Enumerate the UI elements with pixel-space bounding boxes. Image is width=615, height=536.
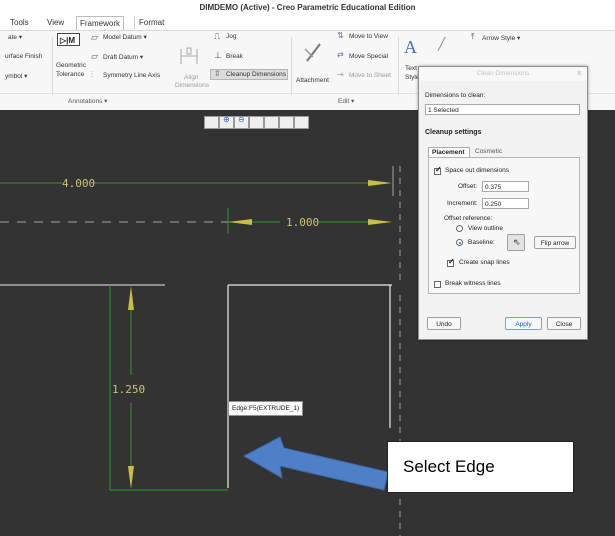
space-out-label: Space out dimensions	[445, 167, 509, 174]
annotation-menu-item[interactable]: ate ▾	[8, 33, 22, 41]
dimension-4000-label: 4.000	[62, 177, 95, 190]
dimension-arrowhead	[128, 286, 134, 310]
create-snap-lines-label: Create snap lines	[459, 259, 510, 266]
cleanup-dimensions-icon: ⇳	[214, 69, 221, 78]
symbol-item[interactable]: ymbol ▾	[5, 72, 27, 80]
tab-format[interactable]: Format	[134, 16, 164, 29]
move-to-sheet-item[interactable]: Move to Sheet	[349, 72, 391, 79]
dimension-arrowhead	[228, 219, 252, 225]
geometric-tolerance-icon[interactable]: ▷|M	[57, 33, 80, 46]
baseline-select-button[interactable]: ⇖	[507, 234, 525, 251]
jog-icon: ⎍	[214, 31, 221, 41]
tab-framework[interactable]: Framework	[76, 16, 125, 30]
geometric-label: Geometric	[56, 62, 86, 69]
tab-tools[interactable]: Tools	[10, 16, 29, 29]
window-title: DIMDEMO (Active) - Creo Parametric Educa…	[199, 3, 416, 12]
surface-finish-item[interactable]: urface Finish	[5, 53, 42, 60]
increment-input[interactable]: 0.250	[482, 198, 529, 209]
align-dimensions-icon[interactable]	[178, 47, 200, 65]
cleanup-dimensions-label: Cleanup Dimensions	[226, 71, 286, 78]
view-outline-label: View outline	[468, 225, 503, 232]
baseline-label: Baseline:	[468, 239, 495, 246]
break-item[interactable]: Break	[226, 53, 243, 60]
break-icon: ⊥	[214, 50, 222, 60]
space-out-checkbox[interactable]	[434, 165, 442, 175]
select-edge-callout: Select Edge	[387, 441, 574, 493]
draft-datum-icon: ▱	[91, 51, 98, 61]
annotations-group-label[interactable]: Annotations ▾	[68, 97, 107, 105]
ribbon-divider	[398, 37, 399, 95]
model-datum-item[interactable]: Model Datum ▾	[103, 33, 147, 41]
break-witness-lines-checkbox[interactable]	[434, 281, 441, 288]
placement-panel	[428, 157, 580, 294]
move-to-view-item[interactable]: Move to View	[349, 33, 388, 40]
tab-placement-label: Placement	[432, 149, 465, 156]
ribbon-tabs: Tools View Framework Format	[0, 16, 615, 30]
move-special-icon: ⇄	[337, 50, 344, 59]
dimension-arrowhead	[368, 180, 392, 186]
clean-dimensions-dialog: Clean Dimensions x Dimensions to clean: …	[418, 66, 588, 340]
move-to-sheet-icon: ⇥	[337, 70, 344, 79]
line-style-icon[interactable]: ╱	[438, 37, 445, 51]
ribbon-divider	[52, 37, 53, 95]
align-label: Align	[184, 74, 199, 81]
cursor-arrow-icon: ⇖	[513, 237, 521, 247]
dimension-1250-label: 1.250	[112, 383, 145, 396]
dimension-1000-label: 1.000	[286, 216, 319, 229]
ribbon-divider	[291, 37, 292, 95]
edit-group-label[interactable]: Edit ▾	[338, 97, 354, 105]
attachment-label: Attachment	[296, 77, 329, 84]
dialog-close-icon[interactable]: x	[578, 67, 582, 81]
jog-item[interactable]: Jog	[226, 33, 236, 40]
model-datum-icon: ▱	[91, 32, 98, 42]
attachment-icon[interactable]	[303, 41, 325, 63]
offset-reference-label: Offset reference:	[444, 215, 493, 222]
symmetry-line-axis-item[interactable]: Symmetry Line Axis	[103, 72, 160, 79]
tolerance-label: Tolerance	[56, 71, 85, 78]
draft-datum-item[interactable]: Draft Datum ▾	[103, 53, 143, 61]
move-to-view-icon: ⇅	[337, 31, 344, 40]
selected-dimensions-field[interactable]: 1 Selected	[425, 104, 580, 115]
move-special-item[interactable]: Move Special	[349, 53, 388, 60]
arrow-style-item[interactable]: Arrow Style ▾	[482, 34, 520, 42]
edge-tooltip: Edge:F5(EXTRUDE_1)	[228, 401, 304, 416]
apply-button[interactable]: Apply	[505, 317, 542, 330]
dimension-arrowhead	[368, 219, 392, 225]
undo-button[interactable]: Undo	[427, 317, 461, 330]
dimensions-to-clean-label: Dimensions to clean:	[425, 92, 486, 99]
svg-text:▷|M: ▷|M	[59, 36, 75, 45]
arrow-style-icon: ⤒	[471, 32, 475, 41]
pointer-arrow	[242, 436, 389, 491]
flip-arrow-button[interactable]: Flip arrow	[534, 236, 576, 249]
symmetry-line-icon: ⫶	[91, 70, 93, 79]
cleanup-dimensions-button[interactable]: ⇳ Cleanup Dimensions	[210, 69, 288, 80]
baseline-radio[interactable]	[456, 239, 463, 246]
tab-view[interactable]: View	[47, 16, 64, 29]
dialog-title: Clean Dimensions	[419, 67, 587, 81]
offset-input[interactable]: 0.375	[482, 181, 529, 192]
close-button[interactable]: Close	[547, 317, 581, 330]
increment-label: Increment:	[447, 200, 478, 207]
view-outline-radio[interactable]	[456, 225, 463, 232]
offset-label: Offset:	[458, 183, 478, 190]
tab-cosmetic[interactable]: Cosmetic	[475, 148, 502, 155]
create-snap-lines-checkbox[interactable]	[447, 257, 455, 267]
dimension-arrowhead	[128, 466, 134, 489]
text-style-icon[interactable]: A	[404, 37, 417, 58]
break-witness-lines-label: Break witness lines	[445, 280, 501, 287]
cleanup-settings-heading: Cleanup settings	[425, 129, 482, 136]
text-label: Text	[405, 65, 417, 72]
dimensions-label: Dimensions	[175, 82, 209, 89]
